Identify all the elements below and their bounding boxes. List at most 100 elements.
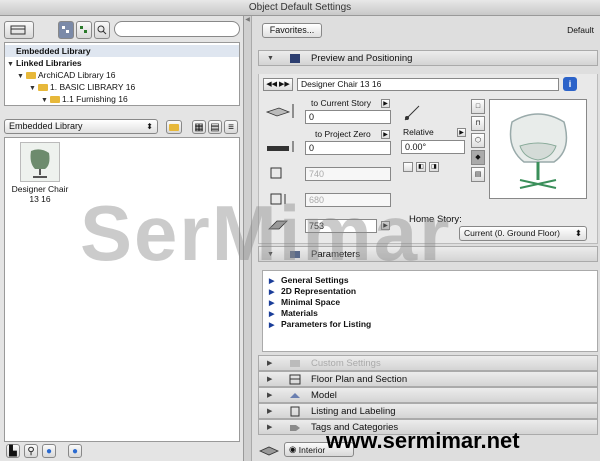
info-button[interactable]: i — [563, 77, 577, 91]
folder-icon — [50, 96, 60, 103]
list-item[interactable]: ▶ General Settings — [269, 275, 349, 286]
disclosure-triangle-icon[interactable]: ▼ — [41, 95, 50, 105]
section-view-button[interactable]: ⊓ — [471, 116, 485, 131]
library-items: Designer Chair 13 16 — [4, 137, 240, 442]
to-project-zero-field[interactable]: 0 — [305, 141, 391, 155]
plan-view-button[interactable]: □ — [471, 99, 485, 114]
tree-item[interactable]: ▼ ArchiCAD Library 16 — [5, 69, 239, 81]
relative-menu-button[interactable]: ▶ — [457, 128, 466, 137]
panel-icon — [10, 25, 26, 35]
chevron-updown-icon: ⬍ — [574, 228, 582, 238]
mirror-icon-button-2[interactable]: ◨ — [429, 162, 439, 172]
section-header-floor-plan[interactable]: ▶ Floor Plan and Section — [258, 371, 598, 387]
folder-icon — [26, 72, 36, 79]
small-grid-icon: ▤ — [210, 121, 220, 133]
floor-plan-icon — [289, 374, 301, 385]
library-browser: Embedded Library ▼ Linked Libraries ▼ Arch… — [0, 16, 244, 461]
default-label: Default — [567, 25, 594, 35]
tree-icon: ⚲ — [27, 445, 35, 457]
tree-item[interactable]: ▼ Linked Libraries — [5, 57, 239, 69]
parameters-icon — [290, 251, 300, 258]
filter-icon — [80, 26, 87, 33]
section-header-listing[interactable]: ▶ Listing and Labeling — [258, 403, 598, 419]
section-header-model[interactable]: ▶ Model — [258, 387, 598, 403]
list-item[interactable]: ▶ 2D Representation — [269, 286, 356, 297]
favorites-button[interactable]: Favorites... — [262, 23, 322, 38]
globe-icon: ● — [45, 445, 53, 457]
chevron-updown-icon: ⬍ — [146, 122, 153, 131]
object-name-field[interactable]: Designer Chair 13 16 — [297, 78, 559, 91]
disclosure-triangle-icon: ▶ — [267, 376, 273, 383]
project-zero-icon — [267, 141, 294, 152]
angle-field[interactable]: 0.00° — [401, 140, 465, 154]
list-item[interactable]: ▶ Parameters for Listing — [269, 319, 371, 330]
search-button[interactable] — [94, 21, 110, 39]
height-icon — [268, 220, 288, 230]
mirror-checkbox[interactable] — [403, 162, 413, 172]
layer-stack-icon — [259, 446, 279, 456]
width-field[interactable]: 740 — [305, 167, 391, 181]
list-item[interactable]: ▶ Minimal Space — [269, 297, 340, 308]
axo-view-button[interactable]: ⬡ — [471, 133, 485, 148]
prev-next-buttons[interactable]: ◀◀ ▶▶ — [263, 78, 293, 91]
list-view-button[interactable]: ≡ — [224, 120, 238, 134]
chair-thumbnail — [20, 142, 60, 182]
height-menu-button[interactable]: ▶ — [381, 221, 390, 230]
tree-icon — [62, 26, 69, 33]
load-library-button[interactable]: ⚲ — [24, 444, 38, 458]
filter-button[interactable] — [76, 21, 92, 39]
small-icons-button[interactable]: ▤ — [208, 120, 222, 134]
search-icon — [97, 25, 107, 35]
3d-view-button[interactable]: ◆ — [471, 150, 485, 165]
large-icons-button[interactable]: ▦ — [192, 120, 206, 134]
website-url: www.sermimar.net — [326, 428, 520, 453]
folder-view-button[interactable] — [58, 21, 74, 39]
rotation-icon — [404, 105, 420, 121]
chair-preview-icon — [509, 113, 568, 189]
disclosure-triangle-icon: ▶ — [267, 424, 273, 431]
height-field[interactable]: 753 — [305, 219, 377, 233]
view-toggle-button[interactable] — [4, 21, 34, 39]
splitter[interactable]: ◀ — [244, 16, 252, 461]
section-header-custom-settings[interactable]: ▶ Custom Settings — [258, 355, 598, 371]
tree-item[interactable]: ▼ 1.1 Furnishing 16 — [5, 93, 239, 105]
to-current-story-field[interactable]: 0 — [305, 110, 391, 124]
disclosure-triangle-icon: ▼ — [267, 251, 274, 258]
section-header-parameters[interactable]: ▼ Parameters — [258, 246, 598, 262]
library-bottom-toolbar: ▙ ⚲ ● ● — [4, 444, 240, 460]
option-menu-button[interactable]: ▶ — [381, 99, 390, 108]
new-folder-button[interactable] — [166, 120, 182, 134]
tree-item[interactable]: ▼ 1. BASIC LIBRARY 16 — [5, 81, 239, 93]
library-toolbar — [4, 20, 240, 40]
disclosure-triangle-icon: ▶ — [267, 408, 273, 415]
disclosure-triangle-icon: ▶ — [269, 322, 275, 329]
bimcomponents-button[interactable]: ● — [68, 444, 82, 458]
search-input[interactable] — [114, 21, 240, 37]
library-item-designer-chair[interactable]: Designer Chair 13 16 — [11, 142, 69, 204]
section-header-preview[interactable]: ▼ Preview and Positioning — [258, 50, 598, 66]
library-tree: Embedded Library ▼ Linked Libraries ▼ Arch… — [4, 42, 240, 106]
globe-icon: ● — [71, 445, 79, 457]
disclosure-triangle-icon: ▶ — [267, 360, 273, 367]
mirror-icon-button[interactable]: ◧ — [416, 162, 426, 172]
custom-settings-icon — [290, 360, 300, 367]
model-icon — [290, 393, 300, 398]
tag-icon — [290, 425, 300, 431]
disclosure-triangle-icon: ▶ — [267, 392, 273, 399]
library-select[interactable]: Embedded Library ⬍ — [4, 119, 158, 134]
object-preview — [489, 99, 587, 199]
parameters-list: ▶ General Settings ▶ 2D Representation ▶ Mi… — [262, 270, 598, 352]
settings-panel: Favorites... Default ▼ Preview and Posit… — [252, 16, 600, 461]
info-view-button[interactable]: ▤ — [471, 167, 485, 182]
list-item[interactable]: ▶ Materials — [269, 308, 318, 319]
grid-icon: ▦ — [194, 121, 204, 133]
tree-item[interactable]: Embedded Library — [5, 45, 239, 57]
home-story-select[interactable]: Current (0. Ground Floor) ⬍ — [459, 226, 587, 241]
folder-icon — [38, 84, 48, 91]
depth-field[interactable]: 680 — [305, 193, 391, 207]
globe-button[interactable]: ● — [42, 444, 56, 458]
option-menu-button[interactable]: ▶ — [381, 130, 390, 139]
list-icon: ≡ — [228, 121, 234, 133]
disclosure-triangle-icon: ▼ — [267, 55, 274, 62]
library-manager-button[interactable]: ▙ — [6, 444, 20, 458]
